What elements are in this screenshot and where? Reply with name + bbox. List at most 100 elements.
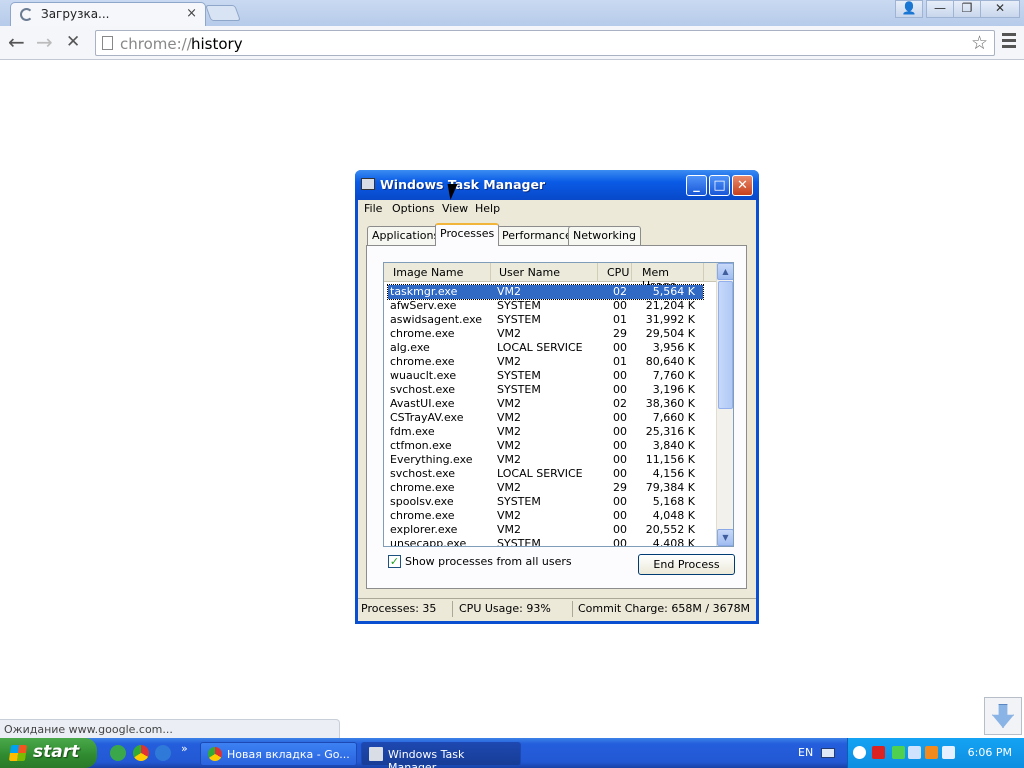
new-tab-button[interactable] <box>205 5 241 21</box>
tab-networking[interactable]: Networking <box>568 226 641 245</box>
restore-button[interactable]: ❐ <box>953 0 981 18</box>
show-all-users-checkbox[interactable]: ✓ <box>388 555 401 568</box>
process-cpu: 00 <box>613 537 627 547</box>
processes-panel: Image Name User Name CPU Mem Usage taskm… <box>366 245 747 589</box>
download-icon[interactable] <box>984 697 1022 735</box>
tab-title: Загрузка... <box>41 7 110 21</box>
table-row[interactable]: Everything.exe VM2 00 11,156 K <box>388 453 703 467</box>
tab-processes[interactable]: Processes <box>435 223 500 246</box>
process-cpu: 00 <box>613 383 627 396</box>
chrome-menu-icon[interactable] <box>1002 33 1016 51</box>
process-name: svchost.exe <box>390 467 456 480</box>
tray-avast-icon[interactable] <box>925 746 938 759</box>
task-manager-title-bar[interactable]: Windows Task Manager _ □ ✕ <box>355 170 759 200</box>
table-row[interactable]: explorer.exe VM2 00 20,552 K <box>388 523 703 537</box>
table-row[interactable]: ctfmon.exe VM2 00 3,840 K <box>388 439 703 453</box>
tm-close-button[interactable]: ✕ <box>732 175 753 196</box>
process-name: taskmgr.exe <box>390 285 458 298</box>
table-row[interactable]: chrome.exe VM2 29 29,504 K <box>388 327 703 341</box>
tray-network-icon[interactable] <box>908 746 921 759</box>
profile-icon[interactable]: 👤 <box>895 0 923 18</box>
forward-arrow-icon[interactable]: → <box>36 31 53 53</box>
quicklaunch-chrome-icon[interactable] <box>133 745 149 761</box>
process-list-scrollbar[interactable]: ▲ ▼ <box>716 263 733 546</box>
process-name: afwServ.exe <box>390 299 457 312</box>
close-window-button[interactable]: ✕ <box>980 0 1020 18</box>
column-mem-usage[interactable]: Mem Usage <box>632 263 704 292</box>
tray-back-icon[interactable] <box>853 746 866 759</box>
column-user-name[interactable]: User Name <box>491 263 598 282</box>
table-row[interactable]: afwServ.exe SYSTEM 00 21,204 K <box>388 299 703 313</box>
table-row[interactable]: chrome.exe VM2 01 80,640 K <box>388 355 703 369</box>
process-cpu: 02 <box>613 397 627 410</box>
process-list[interactable]: Image Name User Name CPU Mem Usage taskm… <box>383 262 734 547</box>
table-row[interactable]: taskmgr.exe VM2 02 5,564 K <box>387 284 704 300</box>
table-row[interactable]: chrome.exe VM2 00 4,048 K <box>388 509 703 523</box>
tray-monitor-icon[interactable] <box>942 746 955 759</box>
process-cpu: 00 <box>613 341 627 354</box>
download-arrow-icon <box>992 704 1014 728</box>
quicklaunch-more-icon[interactable]: » <box>181 742 188 755</box>
process-user: SYSTEM <box>497 537 541 547</box>
table-row[interactable]: alg.exe LOCAL SERVICE 00 3,956 K <box>388 341 703 355</box>
start-button[interactable]: start <box>0 738 97 768</box>
process-list-header: Image Name User Name CPU Mem Usage <box>384 263 717 292</box>
taskbar-item-task-manager[interactable]: Windows Task Manager <box>361 742 521 768</box>
browser-tab[interactable]: Загрузка... × <box>10 2 206 26</box>
browser-toolbar: ← → ✕ chrome:// history ☆ <box>0 26 1024 60</box>
menu-file[interactable]: File <box>364 202 382 215</box>
menu-options[interactable]: Options <box>392 202 434 215</box>
column-image-name[interactable]: Image Name <box>384 263 491 282</box>
stop-loading-icon[interactable]: ✕ <box>66 31 80 53</box>
process-name: chrome.exe <box>390 327 455 340</box>
process-mem: 4,048 K <box>652 509 695 522</box>
process-user: VM2 <box>497 523 522 536</box>
process-mem: 21,204 K <box>645 299 695 312</box>
table-row[interactable]: chrome.exe VM2 29 79,384 K <box>388 481 703 495</box>
end-process-button[interactable]: End Process <box>638 554 735 575</box>
keyboard-icon[interactable] <box>821 748 835 758</box>
language-indicator[interactable]: EN <box>798 746 813 759</box>
tray-shield-icon[interactable] <box>872 746 885 759</box>
table-row[interactable]: svchost.exe LOCAL SERVICE 00 4,156 K <box>388 467 703 481</box>
process-name: AvastUI.exe <box>390 397 455 410</box>
tm-minimize-button[interactable]: _ <box>686 175 707 196</box>
table-row[interactable]: spoolsv.exe SYSTEM 00 5,168 K <box>388 495 703 509</box>
quicklaunch-ie-icon[interactable] <box>155 745 171 761</box>
task-manager-title: Windows Task Manager <box>380 177 546 192</box>
scroll-down-icon[interactable]: ▼ <box>717 529 733 546</box>
back-arrow-icon[interactable]: ← <box>8 31 25 53</box>
table-row[interactable]: CSTrayAV.exe VM2 00 7,660 K <box>388 411 703 425</box>
table-row[interactable]: aswidsagent.exe SYSTEM 01 31,992 K <box>388 313 703 327</box>
process-user: VM2 <box>497 453 522 466</box>
table-row[interactable]: svchost.exe SYSTEM 00 3,196 K <box>388 383 703 397</box>
scroll-up-icon[interactable]: ▲ <box>717 263 733 280</box>
quicklaunch-skype-icon[interactable] <box>110 745 126 761</box>
tab-close-icon[interactable]: × <box>186 6 197 21</box>
menu-help[interactable]: Help <box>475 202 500 215</box>
table-row[interactable]: fdm.exe VM2 00 25,316 K <box>388 425 703 439</box>
chrome-icon <box>208 747 222 761</box>
tab-performance[interactable]: Performance <box>497 226 577 245</box>
process-mem: 11,156 K <box>645 453 695 466</box>
tab-applications[interactable]: Applications <box>367 226 445 245</box>
tm-menu-bar: File Options View Help <box>358 200 756 218</box>
process-name: chrome.exe <box>390 509 455 522</box>
tray-green-icon[interactable] <box>892 746 905 759</box>
table-row[interactable]: wuauclt.exe SYSTEM 00 7,760 K <box>388 369 703 383</box>
bookmark-star-icon[interactable]: ☆ <box>971 32 988 54</box>
tm-maximize-button[interactable]: □ <box>709 175 730 196</box>
menu-view[interactable]: View <box>442 202 468 215</box>
process-user: SYSTEM <box>497 369 541 382</box>
taskbar-item-chrome[interactable]: Новая вкладка - Go... <box>200 742 357 766</box>
table-row[interactable]: AvastUI.exe VM2 02 38,360 K <box>388 397 703 411</box>
scrollbar-thumb[interactable] <box>718 281 733 409</box>
process-user: VM2 <box>497 285 522 298</box>
show-all-users-label[interactable]: Show processes from all users <box>405 555 572 568</box>
address-bar[interactable]: chrome:// history ☆ <box>95 30 995 56</box>
minimize-button[interactable]: — <box>926 0 954 18</box>
taskbar-item-label: Windows Task Manager <box>388 748 465 768</box>
column-cpu[interactable]: CPU <box>598 263 632 282</box>
table-row[interactable]: unsecapp.exe SYSTEM 00 4,408 K <box>388 537 703 547</box>
process-user: VM2 <box>497 327 522 340</box>
